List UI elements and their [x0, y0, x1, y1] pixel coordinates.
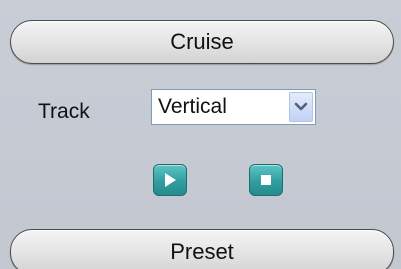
play-button[interactable] — [153, 164, 187, 196]
stop-icon — [261, 175, 271, 185]
track-label: Track — [38, 100, 90, 123]
ptz-cruise-panel: Cruise Track Vertical Preset — [0, 0, 401, 269]
stop-button[interactable] — [249, 164, 283, 196]
play-icon — [165, 173, 176, 187]
preset-button[interactable]: Preset — [10, 229, 394, 269]
track-select[interactable]: Vertical — [151, 89, 316, 125]
track-select-value: Vertical — [158, 95, 227, 118]
preset-button-label: Preset — [170, 239, 234, 264]
cruise-button[interactable]: Cruise — [10, 20, 394, 64]
chevron-down-icon[interactable] — [289, 92, 313, 122]
cruise-button-label: Cruise — [170, 29, 234, 54]
